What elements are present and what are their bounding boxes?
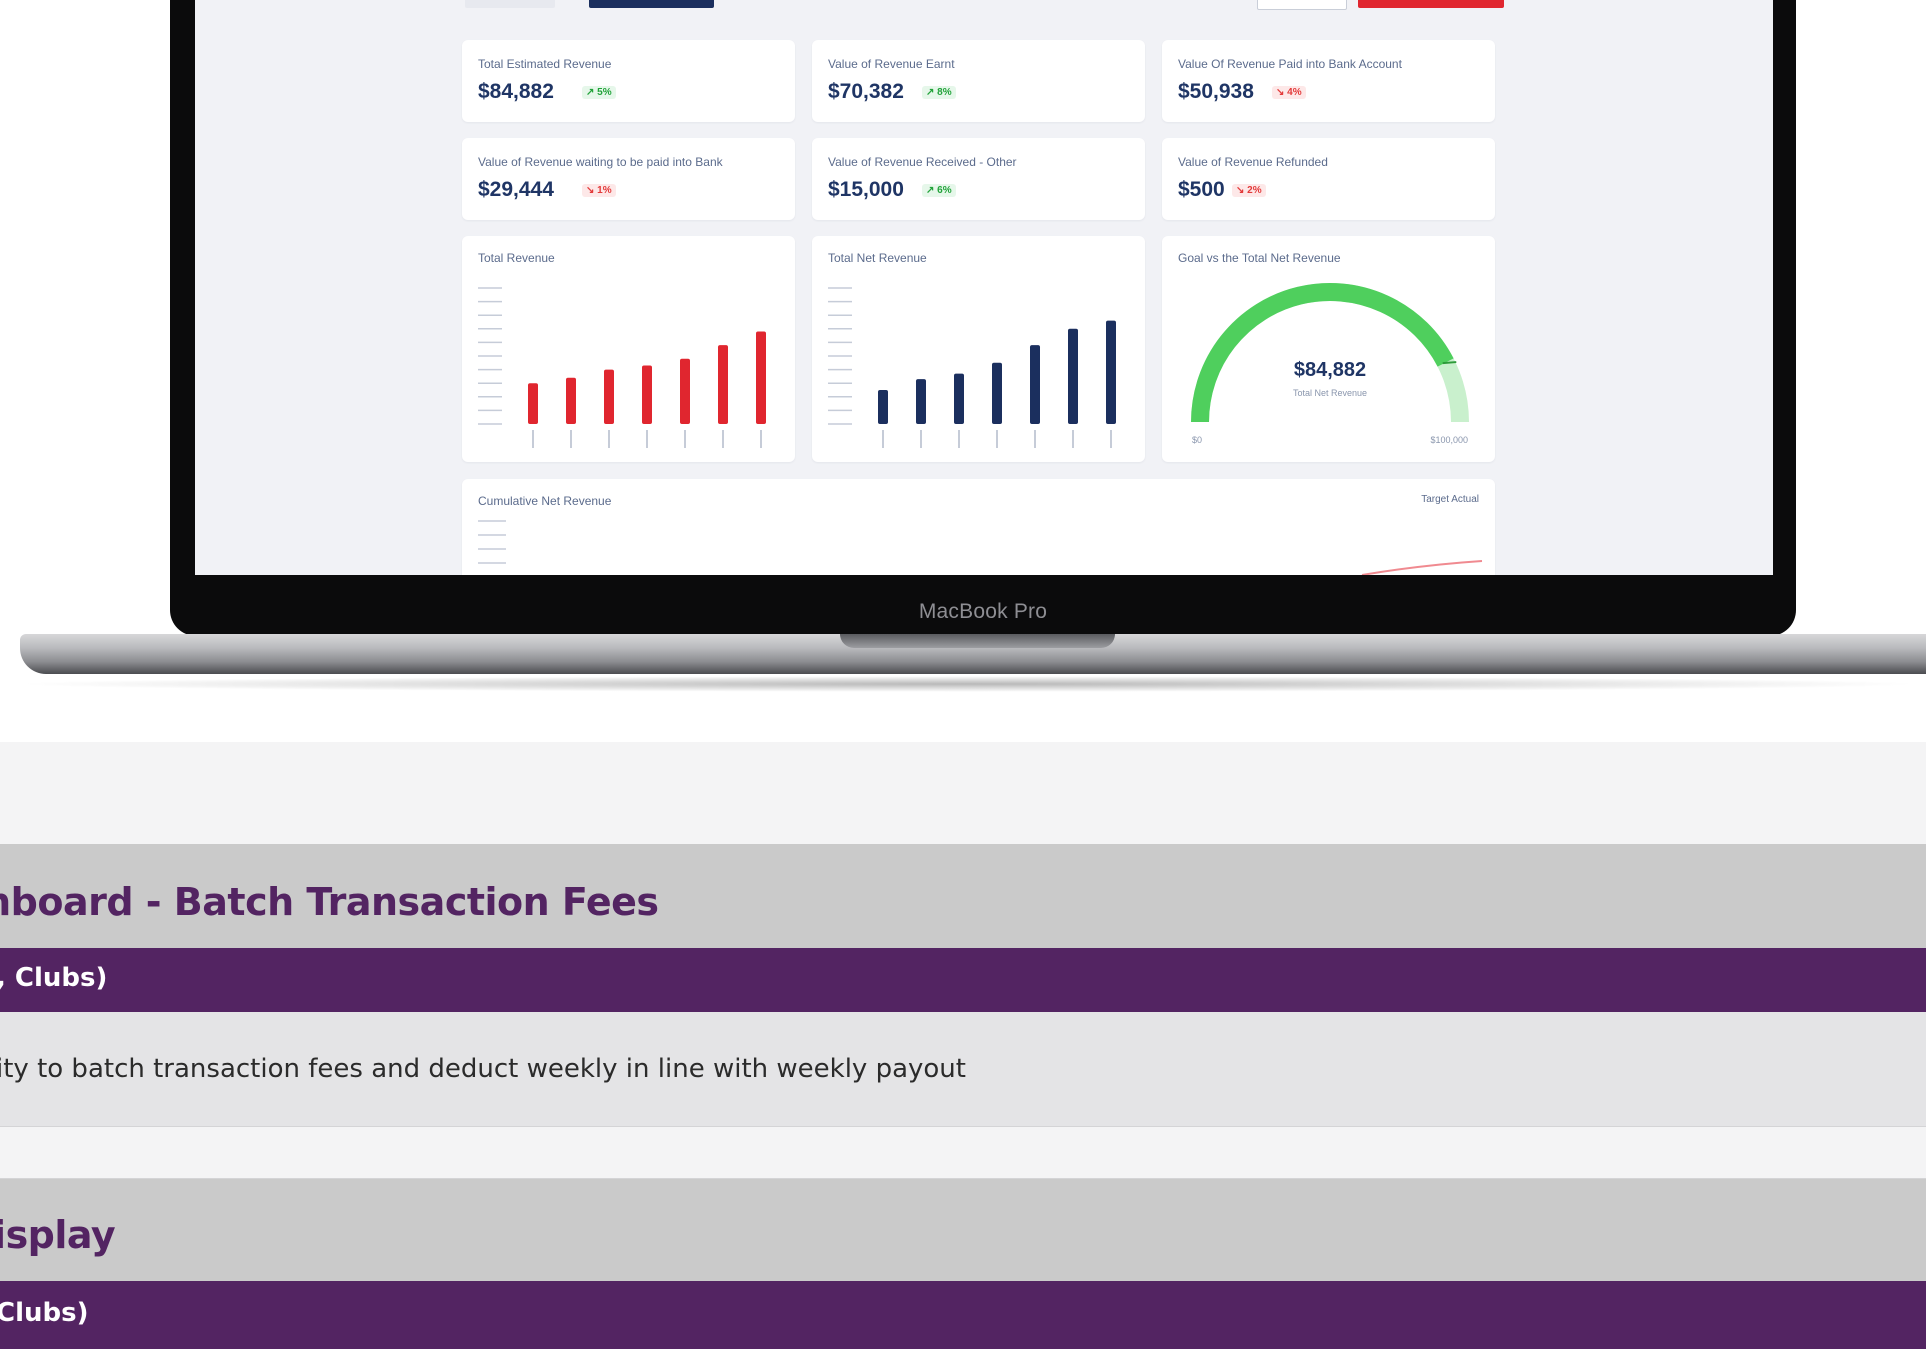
gauge-marker (1442, 361, 1457, 365)
bar (604, 369, 614, 424)
section-header-display: Display (0, 1179, 1926, 1281)
gauge-max-label: $100,000 (1430, 435, 1468, 445)
section-subheader-display: Clubs) (0, 1281, 1926, 1349)
kpi-card-revenue-waiting: Value of Revenue waiting to be paid into… (462, 138, 795, 220)
dashboard-screen: Total Estimated Revenue $84,882 ↗ 5% Val… (195, 0, 1773, 575)
kpi-card-revenue-refunded: Value of Revenue Refunded $500 ↘ 2% (1162, 138, 1495, 220)
bar (718, 345, 728, 424)
laptop-notch (840, 634, 1115, 648)
bar (992, 362, 1002, 424)
bar-chart-total-net-revenue (828, 287, 1116, 448)
trend-badge: ↘ 1% (582, 184, 616, 197)
gauge-min-label: $0 (1192, 435, 1202, 445)
section-description: ity to batch transaction fees and deduct… (0, 1054, 966, 1084)
kpi-card-revenue-paid: Value Of Revenue Paid into Bank Account … (1162, 40, 1495, 122)
chart-card-total-net-revenue: Total Net Revenue (812, 236, 1145, 462)
laptop-brand-label: MacBook Pro (918, 600, 1048, 623)
section-description-batch-fees: ity to batch transaction fees and deduct… (0, 1012, 1926, 1126)
section-subtitle: , Clubs) (0, 963, 108, 993)
kpi-value: $500 (1178, 178, 1225, 201)
kpi-card-revenue-other: Value of Revenue Received - Other $15,00… (812, 138, 1145, 220)
section-header-batch-fees: shboard - Batch Transaction Fees (0, 844, 1926, 948)
y-axis-ticks (478, 520, 506, 564)
chart-card-cumulative: Cumulative Net Revenue Target Actual (462, 479, 1495, 575)
chart-card-total-revenue: Total Revenue (462, 236, 795, 462)
kpi-value: $50,938 (1178, 80, 1254, 103)
gauge-fill (1191, 283, 1454, 423)
bar (916, 379, 926, 424)
trend-badge: ↗ 5% (582, 86, 616, 99)
section-spacer (0, 1127, 1926, 1178)
kpi-label: Value Of Revenue Paid into Bank Account (1178, 57, 1402, 71)
kpi-value: $84,882 (478, 80, 554, 103)
target-line (1361, 560, 1483, 575)
kpi-card-revenue-earnt: Value of Revenue Earnt $70,382 ↗ 8% (812, 40, 1145, 122)
gauge-chart: $84,882 Total Net Revenue $0 $100,000 (1191, 283, 1469, 445)
kpi-label: Total Estimated Revenue (478, 57, 612, 71)
bar (878, 390, 888, 424)
gauge-caption: Total Net Revenue (1293, 388, 1367, 398)
chart-card-goal-gauge: Goal vs the Total Net Revenue $84,882 Tot… (1162, 236, 1495, 462)
toolbar-tab-active[interactable] (589, 0, 714, 8)
kpi-label: Value of Revenue waiting to be paid into… (478, 155, 723, 169)
laptop-shadow (10, 676, 1926, 692)
kpi-value: $15,000 (828, 178, 904, 201)
bar (528, 383, 538, 424)
toolbar-primary-button[interactable] (1358, 0, 1504, 8)
trend-badge: ↗ 8% (922, 86, 956, 99)
bar (756, 331, 766, 424)
kpi-value: $29,444 (478, 178, 554, 201)
kpi-label: Value of Revenue Received - Other (828, 155, 1017, 169)
line-chart-cumulative (478, 520, 1483, 575)
kpi-label: Value of Revenue Earnt (828, 57, 955, 71)
section-spacer (0, 742, 1926, 844)
section-title: Display (0, 1213, 116, 1257)
bar (1030, 345, 1040, 424)
gauge-value: $84,882 (1294, 359, 1366, 381)
gauge-track (1191, 283, 1469, 423)
kpi-value: $70,382 (828, 80, 904, 103)
toolbar-tab[interactable] (465, 0, 555, 8)
bar (566, 377, 576, 424)
bar (680, 358, 690, 424)
trend-badge: ↗ 6% (922, 184, 956, 197)
kpi-label: Value of Revenue Refunded (1178, 155, 1328, 169)
section-subtitle: Clubs) (0, 1298, 89, 1328)
toolbar-secondary-button[interactable] (1257, 0, 1347, 10)
bar-chart-total-revenue (478, 287, 766, 448)
bar (1068, 328, 1078, 424)
trend-badge: ↘ 2% (1232, 184, 1266, 197)
bar (642, 365, 652, 424)
bar (1106, 320, 1116, 424)
kpi-card-total-estimated-revenue: Total Estimated Revenue $84,882 ↗ 5% (462, 40, 795, 122)
section-subheader-batch-fees: , Clubs) (0, 948, 1926, 1012)
bar (954, 373, 964, 424)
section-title: shboard - Batch Transaction Fees (0, 880, 659, 924)
trend-badge: ↘ 4% (1272, 86, 1306, 99)
